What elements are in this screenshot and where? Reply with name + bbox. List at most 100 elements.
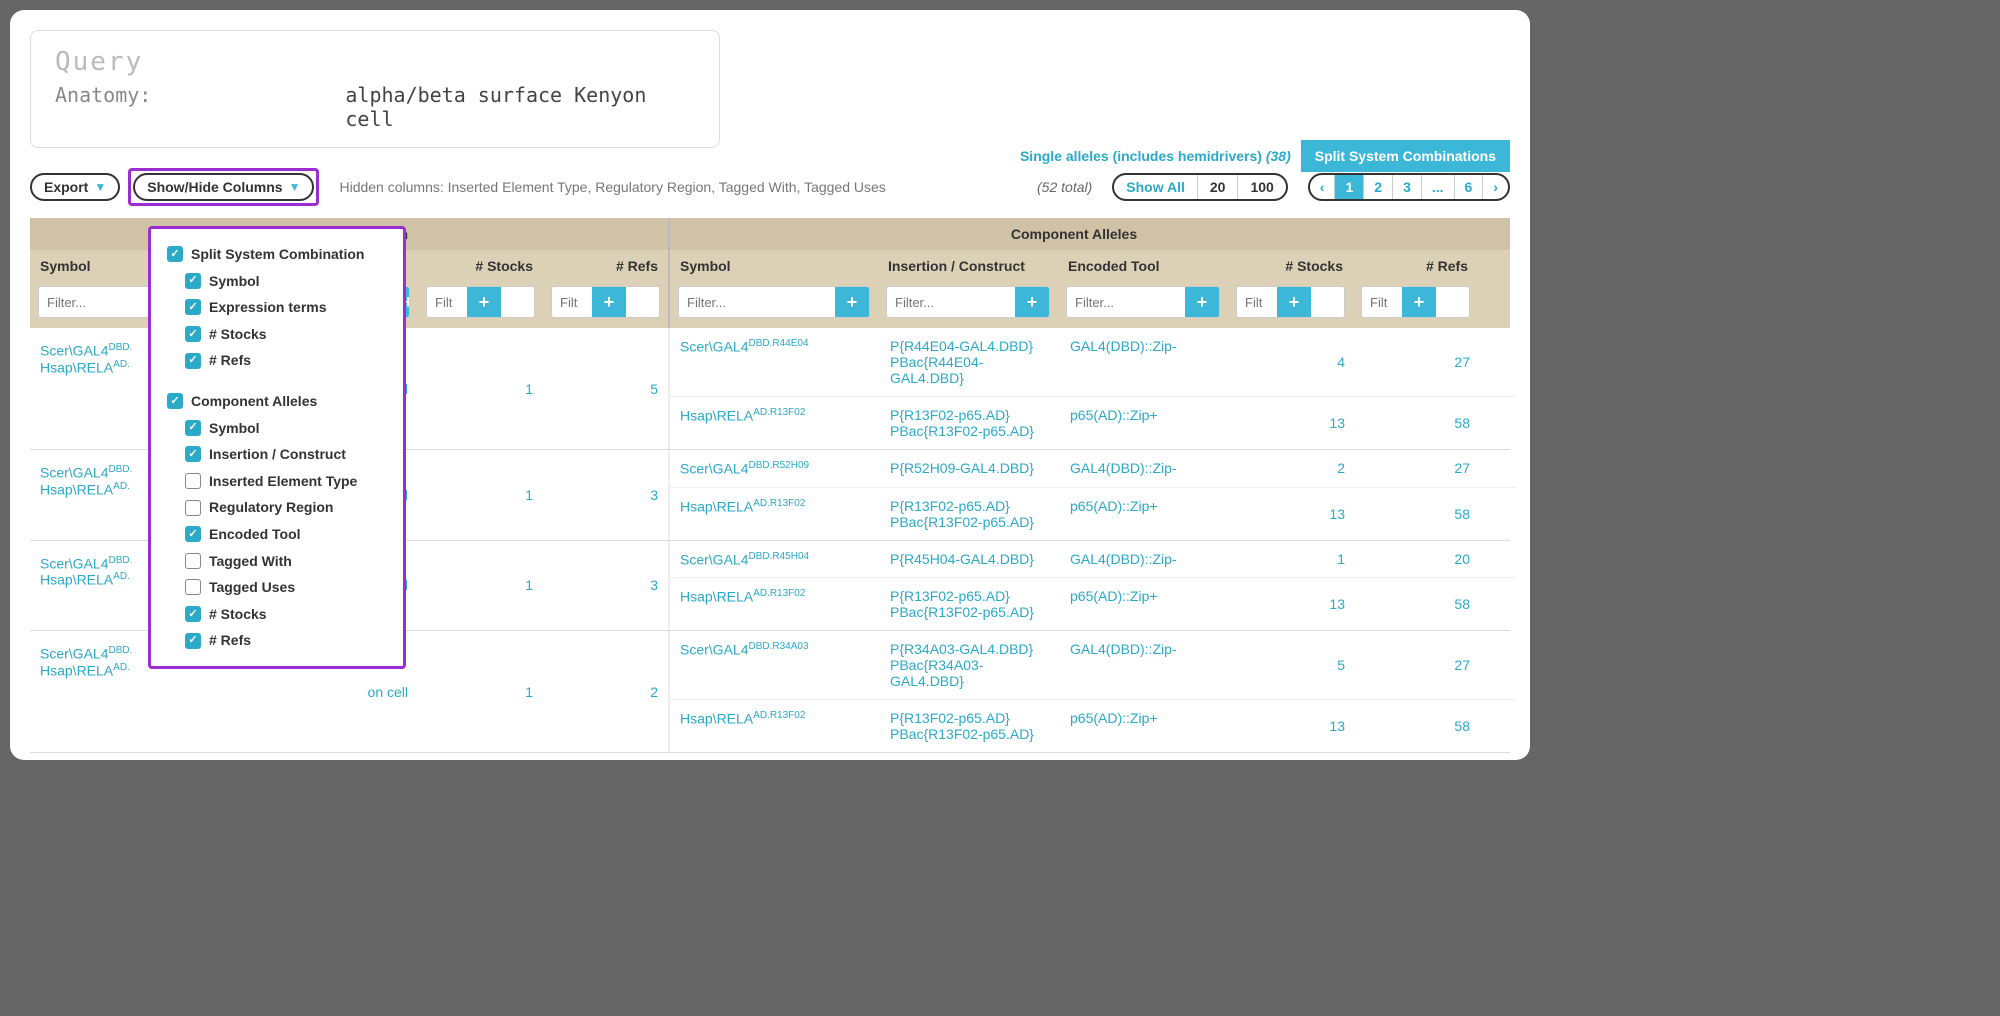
col-stocks-comp[interactable]: # Stocks xyxy=(1228,250,1353,282)
comp-stocks[interactable]: 13 xyxy=(1230,578,1355,630)
filter-refs-ssc[interactable]: + xyxy=(551,286,660,318)
pager-next[interactable]: › xyxy=(1483,175,1508,199)
checkbox-icon[interactable] xyxy=(185,606,201,622)
comp-insertion[interactable]: P{R44E04-GAL4.DBD}PBac{R44E04-GAL4.DBD} xyxy=(880,328,1060,396)
checkbox-icon[interactable] xyxy=(185,446,201,462)
comp-symbol[interactable]: Scer\GAL4DBD.R44E04 xyxy=(670,328,880,396)
ssc-stocks[interactable]: 1 xyxy=(418,631,543,752)
comp-stocks[interactable]: 13 xyxy=(1230,700,1355,752)
comp-tool[interactable]: GAL4(DBD)::Zip- xyxy=(1060,450,1230,487)
comp-insertion[interactable]: P{R52H09-GAL4.DBD} xyxy=(880,450,1060,487)
comp-insertion[interactable]: P{R13F02-p65.AD}PBac{R13F02-p65.AD} xyxy=(880,488,1060,540)
comp-tool[interactable]: p65(AD)::Zip+ xyxy=(1060,397,1230,449)
checkbox-icon[interactable] xyxy=(185,273,201,289)
tab-single-alleles[interactable]: Single alleles (includes hemidrivers) (3… xyxy=(1010,140,1301,172)
show-hide-columns-button[interactable]: Show/Hide Columns ▼ xyxy=(133,173,314,201)
comp-refs[interactable]: 58 xyxy=(1355,397,1480,449)
dd-option[interactable]: Regulatory Region xyxy=(185,494,393,521)
comp-symbol[interactable]: Scer\GAL4DBD.R45H04 xyxy=(670,541,880,578)
plus-icon[interactable]: + xyxy=(835,287,869,317)
checkbox-icon[interactable] xyxy=(185,473,201,489)
plus-icon[interactable]: + xyxy=(1277,287,1311,317)
comp-refs[interactable]: 20 xyxy=(1355,541,1480,578)
pager-prev[interactable]: ‹ xyxy=(1310,175,1336,199)
ssc-refs[interactable]: 3 xyxy=(543,450,668,540)
dd-option[interactable]: Insertion / Construct xyxy=(185,441,393,468)
col-symbol-comp[interactable]: Symbol xyxy=(668,250,878,282)
dd-option[interactable]: Symbol xyxy=(185,415,393,442)
col-refs-ssc[interactable]: # Refs xyxy=(543,250,668,282)
ssc-stocks[interactable]: 1 xyxy=(418,541,543,631)
filter-stocks-comp[interactable]: + xyxy=(1236,286,1345,318)
show-hide-dropdown[interactable]: Split System CombinationSymbolExpression… xyxy=(148,226,406,669)
comp-refs[interactable]: 58 xyxy=(1355,700,1480,752)
checkbox-icon[interactable] xyxy=(185,579,201,595)
comp-stocks[interactable]: 2 xyxy=(1230,450,1355,487)
comp-tool[interactable]: GAL4(DBD)::Zip- xyxy=(1060,328,1230,396)
dd-group[interactable]: Component Alleles xyxy=(167,388,393,415)
plus-icon[interactable]: + xyxy=(1185,287,1219,317)
export-button[interactable]: Export ▼ xyxy=(30,173,120,201)
dd-option[interactable]: # Refs xyxy=(185,347,393,374)
dd-option[interactable]: Symbol xyxy=(185,268,393,295)
ssc-stocks[interactable]: 1 xyxy=(418,328,543,449)
checkbox-icon[interactable] xyxy=(185,633,201,649)
checkbox-icon[interactable] xyxy=(185,299,201,315)
filter-refs-comp[interactable]: + xyxy=(1361,286,1470,318)
pager-1[interactable]: 1 xyxy=(1335,175,1364,199)
checkbox-icon[interactable] xyxy=(185,500,201,516)
comp-symbol[interactable]: Hsap\RELAAD.R13F02 xyxy=(670,397,880,449)
plus-icon[interactable]: + xyxy=(1015,287,1049,317)
comp-refs[interactable]: 58 xyxy=(1355,488,1480,540)
dd-group[interactable]: Split System Combination xyxy=(167,241,393,268)
comp-symbol[interactable]: Hsap\RELAAD.R13F02 xyxy=(670,488,880,540)
dd-option[interactable]: Tagged With xyxy=(185,548,393,575)
pager-3[interactable]: 3 xyxy=(1393,175,1422,199)
filter-insertion[interactable]: + xyxy=(886,286,1050,318)
col-refs-comp[interactable]: # Refs xyxy=(1353,250,1478,282)
comp-insertion[interactable]: P{R13F02-p65.AD}PBac{R13F02-p65.AD} xyxy=(880,397,1060,449)
show-all-btn[interactable]: Show All xyxy=(1114,175,1198,199)
comp-insertion[interactable]: P{R34A03-GAL4.DBD}PBac{R34A03-GAL4.DBD} xyxy=(880,631,1060,699)
comp-insertion[interactable]: P{R45H04-GAL4.DBD} xyxy=(880,541,1060,578)
comp-refs[interactable]: 58 xyxy=(1355,578,1480,630)
dd-option[interactable]: Tagged Uses xyxy=(185,574,393,601)
filter-stocks-ssc[interactable]: + xyxy=(426,286,535,318)
checkbox-icon[interactable] xyxy=(185,326,201,342)
comp-stocks[interactable]: 13 xyxy=(1230,397,1355,449)
comp-stocks[interactable]: 5 xyxy=(1230,631,1355,699)
pager-2[interactable]: 2 xyxy=(1364,175,1393,199)
tab-split-system[interactable]: Split System Combinations xyxy=(1301,140,1510,172)
dd-option[interactable]: # Refs xyxy=(185,627,393,654)
comp-symbol[interactable]: Scer\GAL4DBD.R34A03 xyxy=(670,631,880,699)
dd-option[interactable]: # Stocks xyxy=(185,321,393,348)
col-encoded-tool[interactable]: Encoded Tool xyxy=(1058,250,1228,282)
comp-tool[interactable]: p65(AD)::Zip+ xyxy=(1060,700,1230,752)
checkbox-icon[interactable] xyxy=(185,420,201,436)
dd-option[interactable]: Encoded Tool xyxy=(185,521,393,548)
page-size-100[interactable]: 100 xyxy=(1238,175,1285,199)
comp-refs[interactable]: 27 xyxy=(1355,631,1480,699)
checkbox-icon[interactable] xyxy=(167,393,183,409)
col-stocks-ssc[interactable]: # Stocks xyxy=(418,250,543,282)
checkbox-icon[interactable] xyxy=(167,246,183,262)
dd-option[interactable]: Expression terms xyxy=(185,294,393,321)
comp-insertion[interactable]: P{R13F02-p65.AD}PBac{R13F02-p65.AD} xyxy=(880,700,1060,752)
comp-tool[interactable]: p65(AD)::Zip+ xyxy=(1060,488,1230,540)
ssc-refs[interactable]: 2 xyxy=(543,631,668,752)
plus-icon[interactable]: + xyxy=(592,287,626,317)
filter-tool[interactable]: + xyxy=(1066,286,1220,318)
comp-tool[interactable]: p65(AD)::Zip+ xyxy=(1060,578,1230,630)
filter-symbol-comp[interactable]: + xyxy=(678,286,870,318)
plus-icon[interactable]: + xyxy=(467,287,501,317)
dd-option[interactable]: Inserted Element Type xyxy=(185,468,393,495)
comp-refs[interactable]: 27 xyxy=(1355,450,1480,487)
comp-symbol[interactable]: Hsap\RELAAD.R13F02 xyxy=(670,578,880,630)
comp-refs[interactable]: 27 xyxy=(1355,328,1480,396)
checkbox-icon[interactable] xyxy=(185,553,201,569)
comp-symbol[interactable]: Hsap\RELAAD.R13F02 xyxy=(670,700,880,752)
ssc-refs[interactable]: 5 xyxy=(543,328,668,449)
comp-stocks[interactable]: 4 xyxy=(1230,328,1355,396)
col-insertion[interactable]: Insertion / Construct xyxy=(878,250,1058,282)
checkbox-icon[interactable] xyxy=(185,353,201,369)
